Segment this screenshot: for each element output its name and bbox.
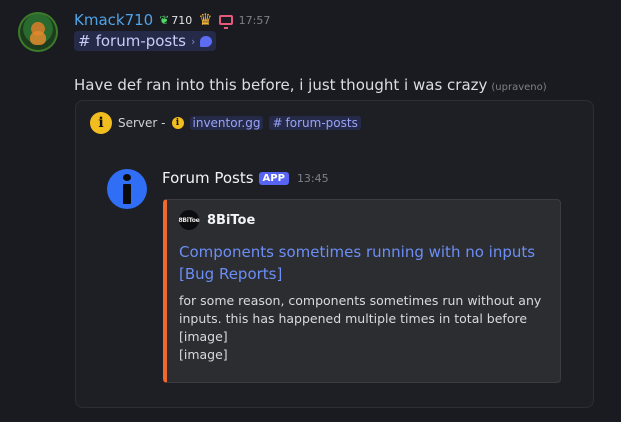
author-avatar: 8BiToe (178, 210, 200, 230)
edited-label: (upraveno) (491, 82, 547, 93)
description-image-placeholder: [image] (179, 347, 228, 362)
forwarded-message-card: i Server - i inventor.gg # forum-posts F… (75, 100, 594, 408)
crown-icon: ♛ (198, 10, 213, 29)
score-value: 710 (171, 13, 193, 27)
embed-author: 8BiToe (207, 212, 256, 228)
server-label: Server - (118, 116, 166, 130)
message-timestamp: 17:57 (238, 13, 271, 27)
description-line: for some reason, components sometimes ru… (179, 293, 542, 308)
hash-icon: # (78, 32, 91, 50)
message-content: Have def ran into this before, i just th… (74, 76, 547, 94)
message-text: Have def ran into this before, i just th… (74, 76, 488, 94)
bot-avatar[interactable] (107, 169, 147, 209)
score-badge: ❦ 710 (159, 13, 192, 27)
channel-link-label: forum-posts (285, 116, 358, 130)
embed-author-row: 8BiToe 8BiToe (178, 210, 256, 230)
channel-link[interactable]: # forum-posts (269, 116, 361, 130)
user-avatar[interactable] (18, 12, 58, 52)
bot-header: Forum Posts APP 13:45 (162, 167, 329, 189)
embed-description: for some reason, components sometimes ru… (179, 292, 551, 364)
username[interactable]: Kmack710 (74, 11, 153, 29)
info-icon: i (90, 112, 112, 134)
hash-icon: # (272, 116, 283, 130)
embed-title-link[interactable]: Components sometimes running with no inp… (179, 241, 551, 285)
bot-name[interactable]: Forum Posts (162, 169, 254, 187)
chat-bubble-icon (200, 35, 213, 47)
server-info-row: i Server - i inventor.gg # forum-posts (90, 112, 361, 134)
monitor-icon (218, 15, 233, 29)
leaf-icon: ❦ (159, 13, 170, 27)
channel-name: forum-posts (95, 32, 186, 50)
app-tag: APP (258, 171, 289, 185)
description-line: inputs. this has happened multiple times… (179, 311, 528, 326)
chevron-right-icon: › (190, 34, 196, 48)
description-image-placeholder: [image] (179, 329, 228, 344)
message-header: Kmack710 ❦ 710 ♛ 17:57 (74, 9, 270, 31)
channel-mention-pill[interactable]: # forum-posts › (74, 31, 217, 51)
server-link[interactable]: inventor.gg (189, 116, 264, 130)
rich-embed: 8BiToe 8BiToe Components sometimes runni… (163, 199, 561, 383)
bot-timestamp: 13:45 (296, 171, 329, 185)
server-info-icon: i (171, 117, 184, 129)
